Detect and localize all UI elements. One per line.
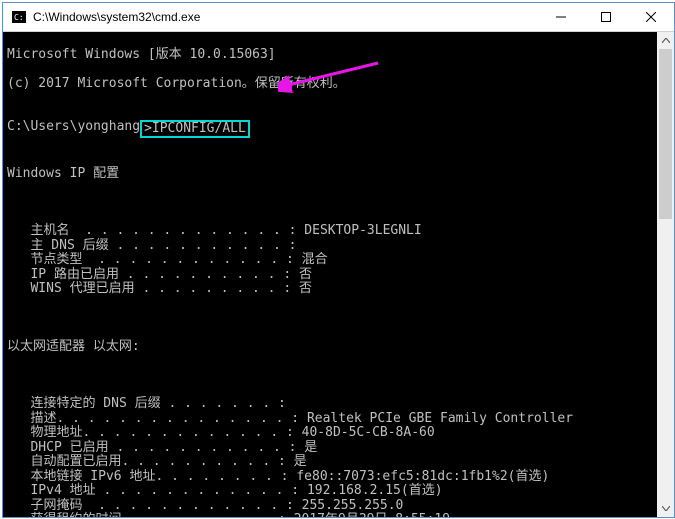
section-title: Windows IP 配置 xyxy=(7,167,670,182)
cmd-window: C: C:\Windows\system32\cmd.exe Microsoft… xyxy=(2,2,675,518)
header-line: Microsoft Windows [版本 10.0.15063] xyxy=(7,48,670,63)
config-row: 描述. . . . . . . . . . . . . . . : Realte… xyxy=(7,412,670,427)
config-label: IP 路由已启用 xyxy=(7,268,127,283)
config-dots: . . . . . . . . . . : xyxy=(121,455,293,470)
scroll-track[interactable] xyxy=(657,49,674,500)
config-dots: . . . . . . . . . . . : xyxy=(116,239,296,254)
config-row: 自动配置已启用. . . . . . . . . . : 是 xyxy=(7,455,670,470)
config-value: 是 xyxy=(304,441,317,456)
config-row: 本地链接 IPv6 地址. . . . . . . . : fe80::7073… xyxy=(7,470,670,485)
config-dots: . . . . . . . . . . . : xyxy=(116,441,304,456)
cmd-icon: C: xyxy=(11,9,27,25)
config-label: 物理地址 xyxy=(7,426,82,441)
command-text: >IPCONFIG/ALL xyxy=(144,121,246,136)
config-row: 主 DNS 后缀 . . . . . . . . . . . : xyxy=(7,239,670,254)
vertical-scrollbar[interactable] xyxy=(657,32,674,517)
config-dots: . . . . . . . . . . . . . . . : xyxy=(56,412,306,427)
scroll-thumb[interactable] xyxy=(659,49,672,219)
config-dots: . . . . . . . . . . . . : xyxy=(103,484,307,499)
config-label: 描述 xyxy=(7,412,56,427)
config-value: 否 xyxy=(299,282,312,297)
maximize-button[interactable] xyxy=(583,3,628,32)
config-label: 主机名 xyxy=(7,224,85,239)
config-dots: . . . . . . . : xyxy=(168,397,285,412)
prompt-path: C:\Users\yonghang xyxy=(7,120,140,139)
console-output[interactable]: Microsoft Windows [版本 10.0.15063] (c) 20… xyxy=(3,32,674,517)
svg-text:C:: C: xyxy=(14,13,24,22)
section-title: 以太网适配器 以太网: xyxy=(7,340,670,355)
config-row: 物理地址. . . . . . . . . . . . . : 40-8D-5C… xyxy=(7,426,670,441)
header-line: (c) 2017 Microsoft Corporation。保留所有权利。 xyxy=(7,77,670,92)
config-row: IP 路由已启用 . . . . . . . . . . : 否 xyxy=(7,268,670,283)
config-value: 2017年9月29日 8:55:19 xyxy=(294,513,450,517)
scroll-up-arrow[interactable] xyxy=(657,32,674,49)
config-value: 192.168.2.15(首选) xyxy=(307,484,443,499)
config-row: DHCP 已启用 . . . . . . . . . . . : 是 xyxy=(7,441,670,456)
config-dots: . . . . . . . . : xyxy=(155,470,296,485)
config-row: 子网掩码 . . . . . . . . . . . . : 255.255.2… xyxy=(7,499,670,514)
config-value: 否 xyxy=(299,268,312,283)
scroll-down-arrow[interactable] xyxy=(657,500,674,517)
config-value: 255.255.255.0 xyxy=(302,499,404,514)
config-value: DESKTOP-3LEGNLI xyxy=(304,224,421,239)
config-dots: . . . . . . . . . : xyxy=(137,513,294,517)
config-label: 获得租约的时间 xyxy=(7,513,137,517)
config-dots: . . . . . . . . . . . . : xyxy=(98,499,302,514)
window-title: C:\Windows\system32\cmd.exe xyxy=(33,10,538,24)
config-label: WINS 代理已启用 xyxy=(7,282,142,297)
config-label: 连接特定的 DNS 后缀 xyxy=(7,397,168,412)
config-label: 节点类型 xyxy=(7,253,98,268)
config-value: fe80::7073:efc5:81dc:1fb1%2(首选) xyxy=(296,470,549,485)
config-value: 40-8D-5C-CB-8A-60 xyxy=(302,426,435,441)
command-highlight: >IPCONFIG/ALL xyxy=(140,120,250,139)
config-value: 混合 xyxy=(302,253,328,268)
config-row: 获得租约的时间 . . . . . . . . . : 2017年9月29日 8… xyxy=(7,513,670,517)
config-row: WINS 代理已启用 . . . . . . . . . : 否 xyxy=(7,282,670,297)
config-row: IPv4 地址 . . . . . . . . . . . . : 192.16… xyxy=(7,484,670,499)
minimize-button[interactable] xyxy=(538,3,583,32)
titlebar[interactable]: C: C:\Windows\system32\cmd.exe xyxy=(3,3,674,32)
close-button[interactable] xyxy=(628,3,674,32)
config-label: IPv4 地址 xyxy=(7,484,103,499)
config-dots: . . . . . . . . . . . . : xyxy=(98,253,302,268)
config-label: 本地链接 IPv6 地址 xyxy=(7,470,155,485)
config-label: 自动配置已启用 xyxy=(7,455,121,470)
config-dots: . . . . . . . . . . : xyxy=(127,268,299,283)
config-dots: . . . . . . . . . : xyxy=(142,282,299,297)
config-dots: . . . . . . . . . . . . . : xyxy=(82,426,301,441)
config-label: 子网掩码 xyxy=(7,499,98,514)
config-value: 是 xyxy=(294,455,307,470)
config-value: Realtek PCIe GBE Family Controller xyxy=(307,412,573,427)
config-row: 主机名 . . . . . . . . . . . . . : DESKTOP-… xyxy=(7,224,670,239)
config-label: 主 DNS 后缀 xyxy=(7,239,116,254)
config-row: 节点类型 . . . . . . . . . . . . : 混合 xyxy=(7,253,670,268)
config-label: DHCP 已启用 xyxy=(7,441,116,456)
config-row: 连接特定的 DNS 后缀 . . . . . . . : xyxy=(7,397,670,412)
config-dots: . . . . . . . . . . . . . : xyxy=(85,224,304,239)
prompt-line: C:\Users\yonghang >IPCONFIG/ALL xyxy=(7,120,670,139)
